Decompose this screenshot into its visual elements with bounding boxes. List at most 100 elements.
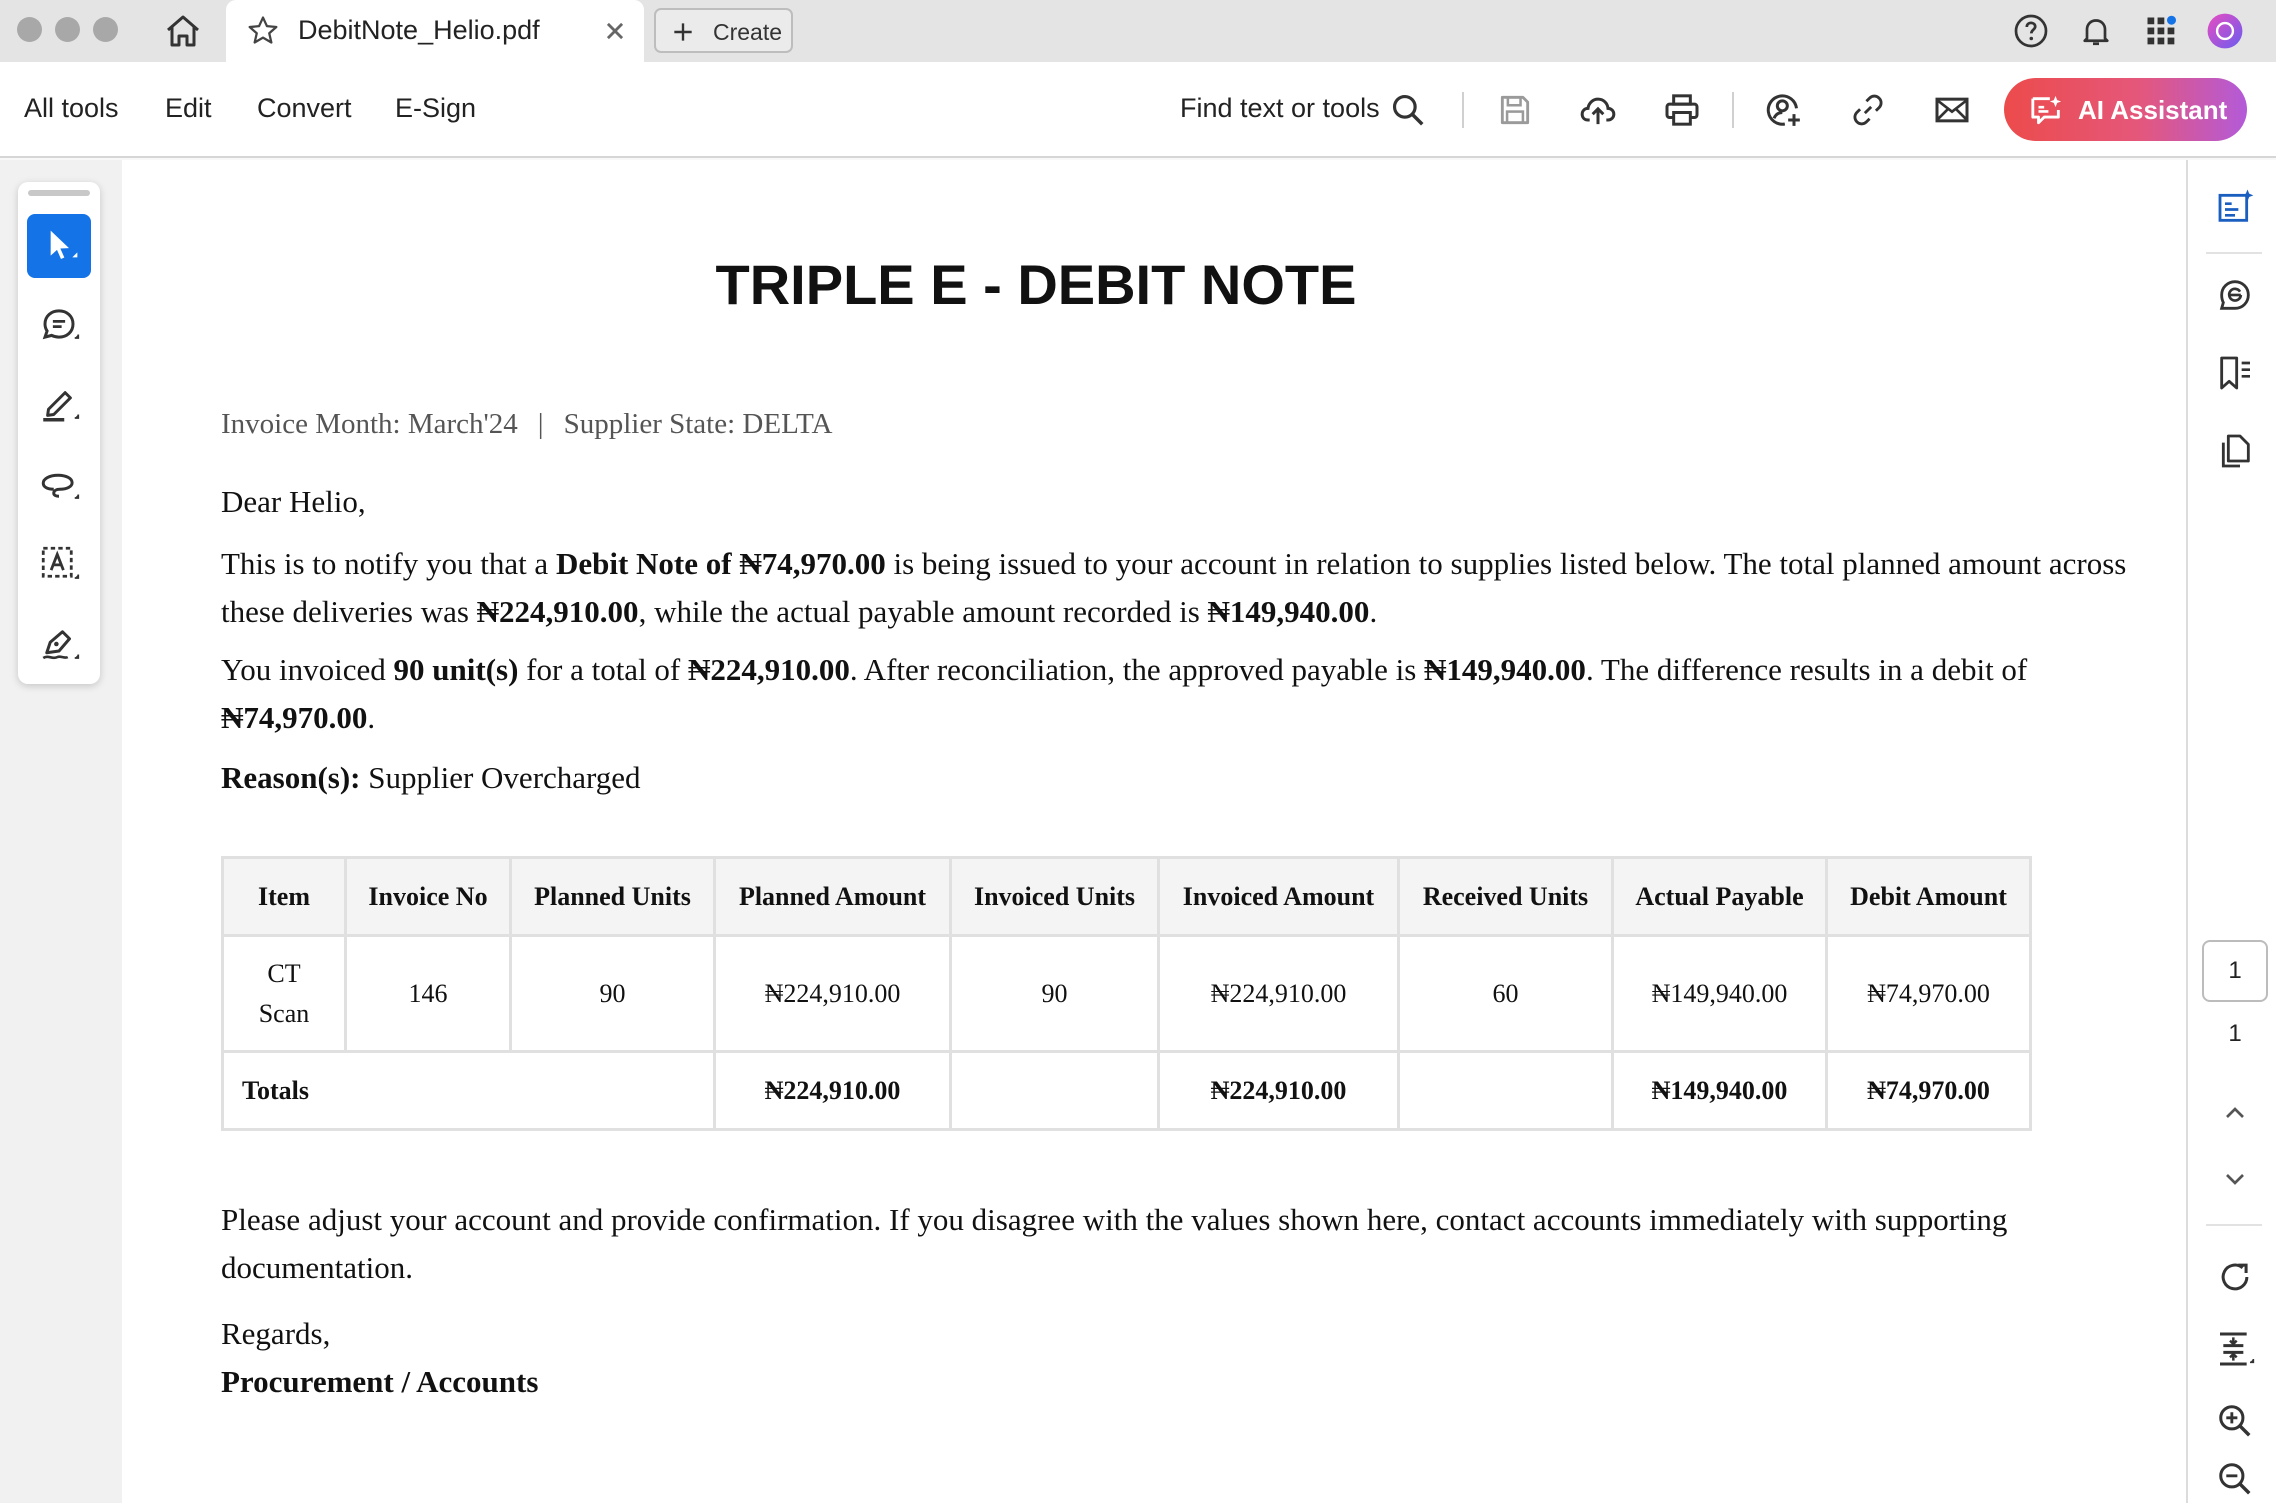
reason-value: Supplier Overcharged	[360, 760, 641, 795]
text-box-icon	[38, 543, 80, 590]
table-header-row: Item Invoice No Planned Units Planned Am…	[221, 856, 2032, 937]
menu-convert[interactable]: Convert	[257, 93, 352, 124]
window-tab-bar: DebitNote_Helio.pdf Create	[0, 0, 2276, 62]
table-cell: ₦74,970.00	[1825, 934, 2032, 1053]
ai-assistant-label: AI Assistant	[2078, 95, 2228, 125]
share-user-icon[interactable]	[1760, 86, 1808, 134]
totals-planned-amount: ₦224,910.00	[713, 1050, 952, 1131]
document-page: TRIPLE E - DEBIT NOTE Invoice Month: Mar…	[122, 160, 2186, 1503]
menu-all-tools[interactable]: All tools	[24, 93, 119, 124]
totals-row: Totals ₦224,910.00 ₦224,910.00 ₦149,940.…	[221, 1050, 2032, 1131]
table-cell: 60	[1397, 934, 1614, 1053]
zoom-out-icon[interactable]	[2212, 1456, 2258, 1502]
right-sidebar: 1 1	[2186, 160, 2276, 1503]
main-toolbar: All tools Edit Convert E-Sign Find text …	[0, 62, 2276, 158]
close-icon[interactable]	[598, 14, 632, 53]
debit-note-amount: Debit Note of ₦74,970.00	[555, 546, 886, 581]
table-row: CT Scan 146 90 ₦224,910.00 90 ₦224,910.0…	[221, 934, 2032, 1053]
lasso-icon	[38, 463, 80, 510]
greeting: Dear Helio,	[221, 484, 366, 519]
reconciliation-text: . After reconciliation, the approved pay…	[849, 652, 1425, 687]
comments-panel-icon[interactable]	[2212, 272, 2258, 318]
column-header: Invoiced Amount	[1157, 856, 1400, 937]
chevron-up-icon[interactable]	[2212, 1090, 2258, 1136]
pen-highlight-icon	[38, 383, 80, 430]
actual-payable: ₦149,940.00	[1207, 594, 1370, 629]
sidebar-divider	[2206, 1224, 2262, 1226]
supplier-state: Supplier State: DELTA	[563, 408, 833, 440]
print-icon[interactable]	[1658, 86, 1706, 134]
page-total: 1	[2228, 1020, 2242, 1047]
save-icon[interactable]	[1491, 86, 1539, 134]
create-label: Create	[713, 19, 783, 45]
sidebar-divider	[2206, 252, 2262, 254]
reconciliation-text: . The difference results in a debit of	[1585, 652, 2028, 687]
find-text-or-tools[interactable]: Find text or tools	[1180, 93, 1380, 124]
column-header: Planned Units	[509, 856, 716, 937]
table-cell	[1397, 1050, 1614, 1131]
pages-panel-icon[interactable]	[2212, 428, 2258, 474]
regards: Regards,	[221, 1316, 331, 1351]
apps-grid-icon[interactable]	[2140, 10, 2182, 52]
chevron-down-icon[interactable]	[2212, 1156, 2258, 1202]
zoom-in-icon[interactable]	[2212, 1398, 2258, 1444]
bookmarks-panel-icon[interactable]	[2212, 350, 2258, 396]
approved-payable: ₦149,940.00	[1424, 652, 1586, 687]
window-zoom-control[interactable]	[93, 17, 118, 42]
column-header: Received Units	[1397, 856, 1614, 937]
signature: Procurement / Accounts	[221, 1364, 539, 1399]
column-header: Invoice No	[344, 856, 512, 937]
text-select-tool-button[interactable]	[27, 534, 91, 598]
tab-title: DebitNote_Helio.pdf	[298, 15, 540, 45]
table-cell: 90	[509, 934, 716, 1053]
ai-assistant-button[interactable]: AI Assistant	[2004, 78, 2247, 141]
table-cell: CT Scan	[221, 934, 347, 1053]
fit-page-icon[interactable]	[2212, 1326, 2258, 1372]
menu-e-sign[interactable]: E-Sign	[395, 93, 476, 124]
totals-actual-payable: ₦149,940.00	[1611, 1050, 1828, 1131]
table-cell: ₦224,910.00	[713, 934, 952, 1053]
page-number-input[interactable]: 1	[2202, 940, 2268, 1002]
reason-line: Reason(s): Supplier Overcharged	[221, 754, 2171, 802]
table-cell: ₦149,940.00	[1611, 934, 1828, 1053]
meta-separator: |	[537, 408, 544, 440]
table-cell	[949, 1050, 1160, 1131]
document-tab[interactable]: DebitNote_Helio.pdf	[226, 0, 644, 62]
totals-label: Totals	[221, 1050, 716, 1131]
ai-summary-panel-icon[interactable]	[2212, 184, 2258, 230]
ai-assistant-icon	[2028, 93, 2066, 132]
reconciliation-text: .	[367, 700, 376, 735]
home-icon[interactable]	[160, 8, 206, 54]
link-icon[interactable]	[1844, 86, 1892, 134]
invoice-month: Invoice Month: March'24	[221, 408, 518, 440]
rotate-icon[interactable]	[2212, 1254, 2258, 1300]
debit-amount: ₦74,970.00	[221, 700, 368, 735]
mail-icon[interactable]	[1928, 86, 1976, 134]
sign-tool-button[interactable]	[27, 614, 91, 678]
avatar[interactable]	[2204, 10, 2246, 52]
notice-paragraph: This is to notify you that a Debit Note …	[221, 540, 2171, 636]
toolbar-divider	[1732, 92, 1734, 128]
window-close-control[interactable]	[17, 17, 42, 42]
invoiced-units: 90 unit(s)	[393, 652, 519, 687]
column-header: Item	[221, 856, 347, 937]
notice-text: This is to notify you that a	[221, 546, 556, 581]
highlight-tool-button[interactable]	[27, 374, 91, 438]
draw-tool-button[interactable]	[27, 454, 91, 518]
panel-grip[interactable]	[28, 190, 90, 196]
menu-edit[interactable]: Edit	[165, 93, 212, 124]
help-icon[interactable]	[2010, 10, 2052, 52]
document-meta: Invoice Month: March'24 | Supplier State: …	[221, 408, 832, 441]
cloud-upload-icon[interactable]	[1574, 86, 1622, 134]
bell-icon[interactable]	[2075, 10, 2117, 52]
search-icon[interactable]	[1384, 86, 1432, 134]
window-minimize-control[interactable]	[55, 17, 80, 42]
closing-paragraph: Please adjust your account and provide c…	[221, 1202, 2008, 1285]
notice-text: , while the actual payable amount record…	[638, 594, 1208, 629]
document-title: TRIPLE E - DEBIT NOTE	[715, 253, 1357, 316]
star-icon[interactable]	[246, 14, 280, 53]
totals-debit-amount: ₦74,970.00	[1825, 1050, 2032, 1131]
signature-pen-icon	[38, 623, 80, 670]
create-button[interactable]: Create	[654, 8, 793, 53]
column-header: Actual Payable	[1611, 856, 1828, 937]
